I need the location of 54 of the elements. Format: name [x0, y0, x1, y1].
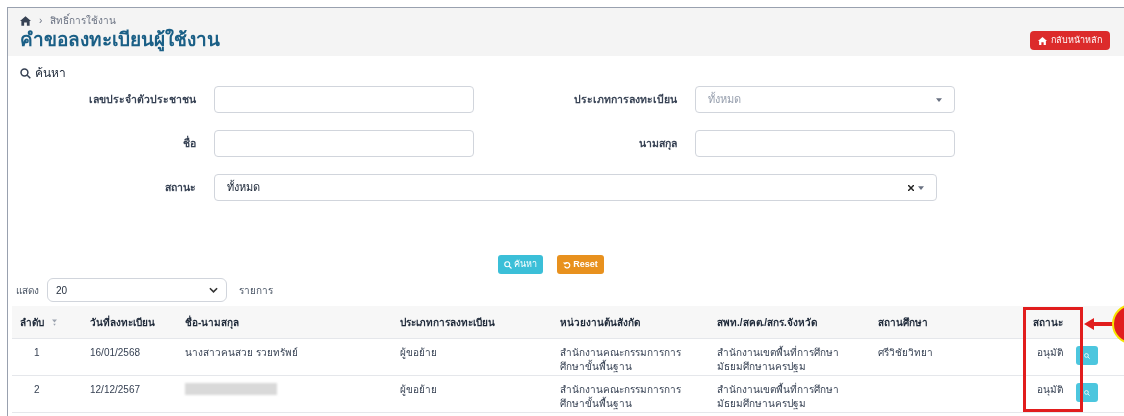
column-header: วันที่ลงทะเบียน — [90, 314, 155, 330]
field-label: สถานะ — [164, 179, 196, 195]
search-icon — [1084, 352, 1090, 359]
breadcrumb-link[interactable]: สิทธิ์การใช้งาน — [50, 13, 117, 29]
pointer-arrow — [1084, 318, 1114, 330]
search-icon — [20, 67, 31, 79]
field-label: นามสกุล — [638, 135, 677, 152]
show-label: แสดง — [16, 283, 39, 298]
column-header: สถานศึกษา — [878, 315, 928, 330]
table-cell: ศรีวิชัยวิทยา — [878, 347, 933, 358]
table-cell: 2 — [34, 384, 40, 395]
table-cell: อนุมัติ — [1037, 384, 1063, 395]
table-cell: 1 — [34, 347, 40, 358]
select-field[interactable]: ทั้งหมด — [214, 174, 937, 201]
column-header: สพท./สคต./สกร.จังหวัด — [717, 315, 817, 330]
select-field[interactable]: ทั้งหมด — [695, 86, 955, 113]
table-cell: ผู้ขอย้าย — [400, 384, 437, 395]
table-cell: สำนักงานคณะกรรมการการศึกษาขั้นพื้นฐาน — [560, 347, 681, 372]
column-header[interactable]: ลำดับ — [20, 314, 57, 330]
sort-icon[interactable] — [52, 318, 57, 326]
table-cell: 12/12/2567 — [90, 384, 141, 395]
entries-label: รายการ — [239, 283, 273, 298]
column-header: ประเภทการลงทะเบียน — [400, 315, 495, 330]
table-cell: นางสาวคนสวย รวยทรัพย์ — [185, 347, 298, 358]
chevron-down-icon — [209, 287, 218, 293]
caret-icon — [936, 97, 942, 102]
breadcrumb-separator: › — [39, 14, 43, 28]
search-section-title: ค้นหา — [35, 65, 66, 82]
page-size-select[interactable]: 20 — [47, 278, 227, 302]
column-header: หน่วยงานต้นสังกัด — [560, 315, 640, 330]
field-label: ชื่อ — [182, 135, 196, 151]
search-icon — [1084, 389, 1090, 396]
text-field[interactable] — [214, 86, 474, 113]
search-icon — [504, 260, 513, 269]
table-cell: สำนักงานเขตพื้นที่การศึกษามัธยมศึกษานครปฐม — [717, 347, 839, 372]
table-cell: สำนักงานเขตพื้นที่การศึกษามัธยมศึกษานครปฐม — [717, 384, 839, 409]
home-button[interactable]: กลับหน้าหลัก — [1030, 31, 1110, 50]
table-cell: สำนักงานคณะกรรมการการศึกษาขั้นพื้นฐาน — [560, 384, 681, 409]
home-icon — [20, 15, 31, 26]
undo-icon — [563, 260, 572, 269]
field-label: เลขประจำตัวประชาชน — [88, 91, 196, 107]
text-field[interactable] — [214, 130, 474, 157]
caret-icon — [918, 185, 924, 190]
page-title: คำขอลงทะเบียนผู้ใช้งาน — [20, 28, 220, 52]
table-cell: 16/01/2568 — [90, 347, 141, 358]
field-label: ประเภทการลงทะเบียน — [573, 91, 677, 107]
clear-icon[interactable] — [908, 184, 914, 191]
home-icon — [1038, 36, 1047, 45]
column-header: ชื่อ-นามสกุล — [185, 314, 240, 330]
table-cell: อนุมัติ — [1037, 347, 1063, 358]
table-cell: ผู้ขอย้าย — [400, 347, 437, 358]
text-field[interactable] — [695, 130, 955, 157]
reset-button[interactable]: Reset — [557, 255, 604, 274]
column-header: สถานะ — [1033, 315, 1063, 330]
